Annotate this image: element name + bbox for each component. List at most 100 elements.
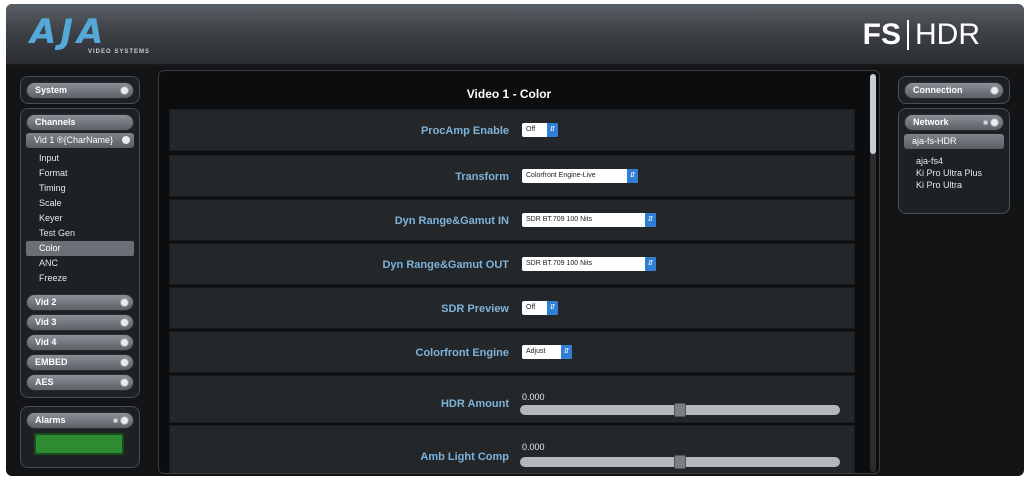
- network-selected-device[interactable]: aja-fs-HDR: [904, 134, 1004, 149]
- dyn-in-select[interactable]: SDR BT.709 100 Nits ⇵: [522, 213, 656, 227]
- network-label: Network: [913, 117, 949, 127]
- vid2-button[interactable]: Vid 2: [26, 294, 134, 311]
- vid2-label: Vid 2: [35, 297, 57, 307]
- hdr-amount-label: HDR Amount: [440, 398, 509, 410]
- dropdown-arrow-icon: ⇵: [547, 123, 558, 137]
- embed-toggle-icon[interactable]: [120, 358, 129, 367]
- vid3-label: Vid 3: [35, 317, 57, 327]
- channels-label: Channels: [35, 117, 76, 127]
- hdr-amount-slider[interactable]: [520, 403, 840, 417]
- product-hdr: HDR: [915, 18, 980, 51]
- embed-label: EMBED: [35, 357, 68, 367]
- header-bar: AJA VIDEO SYSTEMS FS HDR: [6, 4, 1024, 66]
- embed-button[interactable]: EMBED: [26, 354, 134, 371]
- vid4-toggle-icon[interactable]: [120, 338, 129, 347]
- logo-mark: AJA: [30, 12, 108, 52]
- nav-item-test-gen[interactable]: Test Gen: [26, 226, 134, 241]
- system-panel: System: [20, 76, 140, 104]
- system-button[interactable]: System: [26, 82, 134, 99]
- page-title: Video 1 - Color: [466, 87, 552, 101]
- network-device-item[interactable]: Ki Pro Ultra: [904, 179, 1004, 191]
- dyn-in-value: SDR BT.709 100 Nits: [526, 216, 593, 223]
- alarms-header[interactable]: Alarms ■: [26, 412, 134, 429]
- nav-item-scale[interactable]: Scale: [26, 196, 134, 211]
- nav-item-input[interactable]: Input: [26, 151, 134, 166]
- dyn-out-value: SDR BT.709 100 Nits: [526, 260, 593, 267]
- nav-item-anc[interactable]: ANC: [26, 256, 134, 271]
- nav-item-color[interactable]: Color: [26, 241, 134, 256]
- alarms-panel: Alarms ■: [20, 406, 140, 468]
- connection-button[interactable]: Connection: [904, 82, 1004, 99]
- vid1-button[interactable]: Vid 1 ®{CharName}: [26, 133, 134, 148]
- vid3-button[interactable]: Vid 3: [26, 314, 134, 331]
- connection-toggle-icon[interactable]: [990, 86, 999, 95]
- transform-row: Transform Colorfront Engine-Live ⇵: [169, 155, 855, 197]
- sdr-preview-row: SDR Preview Off ⇵: [169, 287, 855, 329]
- network-panel: Network ■ aja-fs-HDR aja-fs4 Ki Pro Ultr…: [898, 108, 1010, 214]
- colorfront-select[interactable]: Adjust ⇵: [522, 345, 572, 359]
- alarms-label: Alarms: [35, 415, 66, 425]
- app-window: AJA VIDEO SYSTEMS FS HDR System Channels…: [6, 4, 1024, 476]
- vid2-toggle-icon[interactable]: [120, 298, 129, 307]
- network-toggle-icon[interactable]: [990, 118, 999, 127]
- amb-light-row: Amb Light Comp 0.000: [169, 425, 855, 473]
- system-toggle-icon[interactable]: [120, 86, 129, 95]
- transform-select[interactable]: Colorfront Engine-Live ⇵: [522, 169, 638, 183]
- colorfront-row: Colorfront Engine Adjust ⇵: [169, 331, 855, 373]
- system-label: System: [35, 85, 68, 95]
- main-panel: Video 1 - Color ProcAmp Enable Off ⇵ Tra…: [158, 70, 880, 474]
- network-device-item[interactable]: Ki Pro Ultra Plus: [904, 167, 1004, 179]
- sdr-preview-select[interactable]: Off ⇵: [522, 301, 558, 315]
- vid4-button[interactable]: Vid 4: [26, 334, 134, 351]
- dyn-out-label: Dyn Range&Gamut OUT: [382, 259, 509, 271]
- dropdown-arrow-icon: ⇵: [627, 169, 638, 183]
- hdr-amount-value: 0.000: [522, 392, 545, 402]
- vid3-toggle-icon[interactable]: [120, 318, 129, 327]
- network-device-list: aja-fs4 Ki Pro Ultra Plus Ki Pro Ultra: [904, 155, 1004, 191]
- sdr-preview-value: Off: [526, 304, 536, 311]
- sdr-preview-label: SDR Preview: [441, 303, 509, 315]
- amb-light-slider[interactable]: [520, 455, 840, 469]
- lock-icon: ■: [113, 416, 118, 425]
- procamp-row: ProcAmp Enable Off ⇵: [169, 109, 855, 151]
- network-device-item[interactable]: aja-fs4: [904, 155, 1004, 167]
- hdr-amount-row: HDR Amount 0.000: [169, 375, 855, 423]
- aes-button[interactable]: AES: [26, 374, 134, 391]
- procamp-select[interactable]: Off ⇵: [522, 123, 558, 137]
- dyn-out-select[interactable]: SDR BT.709 100 Nits ⇵: [522, 257, 656, 271]
- transform-label: Transform: [455, 171, 509, 183]
- aja-logo: AJA VIDEO SYSTEMS: [30, 12, 151, 56]
- logo-subtitle: VIDEO SYSTEMS: [88, 49, 151, 55]
- vid1-nav-list: Input Format Timing Scale Keyer Test Gen…: [26, 151, 134, 286]
- dropdown-arrow-icon: ⇵: [547, 301, 558, 315]
- nav-item-freeze[interactable]: Freeze: [26, 271, 134, 286]
- nav-item-timing[interactable]: Timing: [26, 181, 134, 196]
- network-header[interactable]: Network ■: [904, 114, 1004, 131]
- aes-toggle-icon[interactable]: [120, 378, 129, 387]
- nav-item-keyer[interactable]: Keyer: [26, 211, 134, 226]
- channels-panel: Channels Vid 1 ®{CharName} Input Format …: [20, 108, 140, 398]
- procamp-value: Off: [526, 126, 536, 133]
- vid4-label: Vid 4: [35, 337, 57, 347]
- amb-light-label: Amb Light Comp: [420, 451, 509, 463]
- product-divider: [907, 20, 909, 50]
- dropdown-arrow-icon: ⇵: [561, 345, 572, 359]
- nav-item-format[interactable]: Format: [26, 166, 134, 181]
- amb-light-value: 0.000: [522, 442, 545, 452]
- alarm-status-indicator: [34, 433, 124, 455]
- procamp-label: ProcAmp Enable: [420, 125, 509, 137]
- connection-panel: Connection: [898, 76, 1010, 104]
- transform-value: Colorfront Engine-Live: [526, 172, 596, 179]
- main-scrollbar[interactable]: [870, 74, 876, 472]
- hdr-amount-slider-handle[interactable]: [674, 403, 686, 417]
- amb-light-slider-handle[interactable]: [674, 455, 686, 469]
- dropdown-arrow-icon: ⇵: [645, 213, 656, 227]
- connection-label: Connection: [913, 85, 963, 95]
- vid1-toggle-icon[interactable]: [122, 136, 130, 144]
- main-scrollbar-thumb[interactable]: [870, 74, 876, 154]
- channels-header: Channels: [26, 114, 134, 131]
- vid1-label: Vid 1 ®{CharName}: [34, 135, 114, 145]
- dyn-in-row: Dyn Range&Gamut IN SDR BT.709 100 Nits ⇵: [169, 199, 855, 241]
- alarms-toggle-icon[interactable]: [120, 416, 129, 425]
- dropdown-arrow-icon: ⇵: [645, 257, 656, 271]
